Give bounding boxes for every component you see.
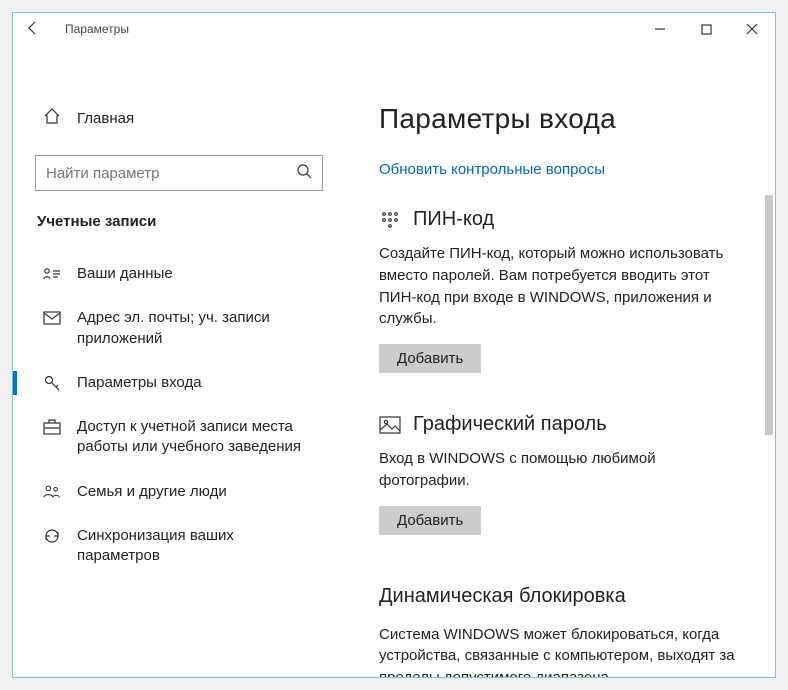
person-card-icon <box>43 265 61 283</box>
sidebar-item-signin-options[interactable]: Параметры входа <box>35 361 323 405</box>
picture-password-title: Графический пароль <box>413 413 607 436</box>
picture-password-add-button[interactable]: Добавить <box>379 506 481 535</box>
pin-header: ПИН-код <box>379 208 747 231</box>
scrollbar-thumb[interactable] <box>765 195 773 435</box>
sync-icon <box>43 527 61 545</box>
sidebar-item-label: Параметры входа <box>77 373 202 393</box>
sidebar-item-label: Ваши данные <box>77 264 173 284</box>
pin-description: Создайте ПИН-код, который можно использо… <box>379 243 747 330</box>
page-title: Параметры входа <box>379 103 747 135</box>
picture-password-header: Графический пароль <box>379 413 747 436</box>
sidebar-item-label: Синхронизация ваших параметров <box>77 526 315 567</box>
mail-icon <box>43 309 61 327</box>
people-icon <box>43 483 61 501</box>
home-label: Главная <box>77 110 134 127</box>
search-field[interactable] <box>46 165 296 182</box>
sidebar-item-sync[interactable]: Синхронизация ваших параметров <box>35 514 323 579</box>
briefcase-icon <box>43 418 61 436</box>
sidebar-item-email[interactable]: Адрес эл. почты; уч. записи приложений <box>35 296 323 361</box>
update-questions-link[interactable]: Обновить контрольные вопросы <box>379 161 605 178</box>
key-icon <box>43 374 61 392</box>
sidebar-item-label: Доступ к учетной записи места работы или… <box>77 417 315 458</box>
minimize-button[interactable] <box>637 13 683 45</box>
keypad-icon <box>379 209 401 231</box>
home-icon <box>43 107 61 129</box>
sidebar-item-family[interactable]: Семья и другие люди <box>35 470 323 514</box>
settings-window: Параметры Главная <box>12 12 776 678</box>
sidebar-item-work-access[interactable]: Доступ к учетной записи места работы или… <box>35 405 323 470</box>
sidebar-category: Учетные записи <box>35 213 323 230</box>
sidebar: Главная Учетные записи Ваши данные <box>13 45 345 677</box>
search-icon <box>296 163 312 184</box>
picture-icon <box>379 414 401 436</box>
nav-list: Ваши данные Адрес эл. почты; уч. записи … <box>35 252 323 578</box>
main-panel: Параметры входа Обновить контрольные воп… <box>345 45 775 677</box>
dynamic-lock-description: Система WINDOWS может блокироваться, ког… <box>379 624 747 678</box>
content: Главная Учетные записи Ваши данные <box>13 45 775 677</box>
dynamic-lock-title: Динамическая блокировка <box>379 585 747 608</box>
sidebar-item-label: Адрес эл. почты; уч. записи приложений <box>77 308 315 349</box>
window-title: Параметры <box>65 22 637 36</box>
sidebar-item-your-info[interactable]: Ваши данные <box>35 252 323 296</box>
pin-title: ПИН-код <box>413 208 494 231</box>
close-button[interactable] <box>729 13 775 45</box>
pin-add-button[interactable]: Добавить <box>379 344 481 373</box>
home-button[interactable]: Главная <box>35 103 323 133</box>
picture-password-description: Вход в WINDOWS с помощью любимой фотогра… <box>379 448 747 492</box>
search-input[interactable] <box>35 155 323 191</box>
back-button[interactable] <box>25 20 41 39</box>
maximize-button[interactable] <box>683 13 729 45</box>
titlebar: Параметры <box>13 13 775 45</box>
sidebar-item-label: Семья и другие люди <box>77 482 227 502</box>
window-controls <box>637 13 775 45</box>
